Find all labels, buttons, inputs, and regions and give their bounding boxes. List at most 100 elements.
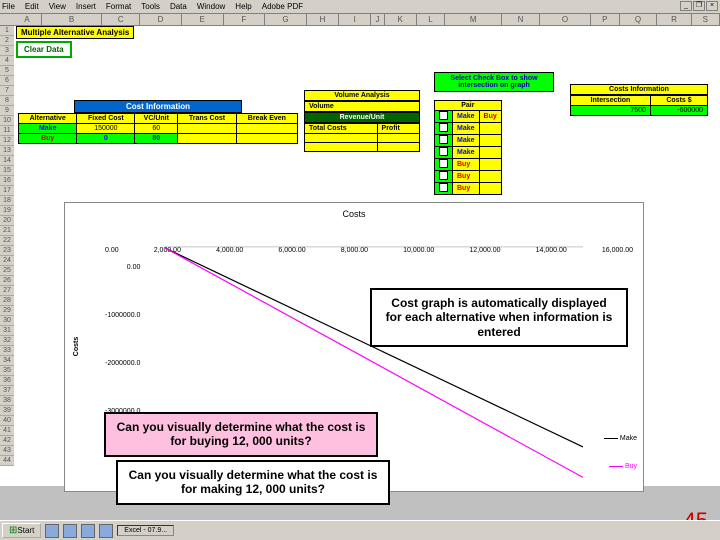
cell-be-make[interactable]	[236, 124, 297, 134]
val-intersection: 7500	[571, 106, 651, 116]
menu-format[interactable]: Format	[106, 2, 131, 11]
cell	[479, 123, 501, 135]
cell-tc-buy[interactable]	[178, 134, 236, 144]
pair-make: Make	[453, 111, 480, 123]
col-intersection: Intersection	[571, 96, 651, 106]
ytick: -1000000.0	[105, 311, 140, 359]
quicklaunch-icon[interactable]	[81, 524, 95, 538]
col-header[interactable]: C	[102, 14, 140, 25]
checkbox[interactable]	[439, 111, 448, 120]
col-header[interactable]: R	[657, 14, 691, 25]
cell[interactable]	[377, 134, 419, 143]
quicklaunch-icon[interactable]	[99, 524, 113, 538]
cell-vc-make[interactable]: 60	[135, 124, 178, 134]
cell-alt-make[interactable]: Make	[19, 124, 77, 134]
col-header[interactable]: K	[385, 14, 417, 25]
col-trans-cost: Trans Cost	[178, 114, 236, 124]
col-header[interactable]: J	[371, 14, 384, 25]
xtick: 16,000.00	[602, 247, 633, 254]
select-hint: Select Check Box to show intersection on…	[434, 72, 554, 92]
pair-item: Make	[453, 147, 480, 159]
cell-tc-make[interactable]	[178, 124, 236, 134]
col-header[interactable]: M	[445, 14, 502, 25]
vol-header: Volume Analysis	[304, 90, 420, 101]
menu-bar: File Edit View Insert Format Tools Data …	[0, 0, 720, 14]
col-header[interactable]: I	[339, 14, 371, 25]
table-row: Make 150000 60	[19, 124, 298, 134]
quicklaunch-icon[interactable]	[45, 524, 59, 538]
cell	[479, 159, 501, 171]
pair-item: Buy	[453, 171, 480, 183]
pair-table: Pair MakeBuy Make Make Make Buy Buy Buy	[434, 100, 502, 195]
start-button[interactable]: ⊞ Start	[2, 523, 41, 538]
quicklaunch-icon[interactable]	[63, 524, 77, 538]
row-headers: 1234567891011121314151617181920212223242…	[0, 26, 14, 466]
cell-alt-buy[interactable]: Buy	[19, 134, 77, 144]
col-header[interactable]: Q	[620, 14, 658, 25]
checkbox[interactable]	[439, 183, 448, 192]
volume-analysis: Volume Analysis Volume Revenue/Unit Tota…	[304, 90, 420, 152]
legend-buy: Buy	[609, 463, 637, 470]
col-profit: Profit	[377, 124, 419, 134]
col-header[interactable]: O	[540, 14, 591, 25]
checkbox[interactable]	[439, 171, 448, 180]
cell[interactable]	[377, 143, 419, 152]
menu-data[interactable]: Data	[170, 2, 187, 11]
minimize-icon[interactable]: _	[680, 1, 692, 11]
restore-icon[interactable]: ❐	[693, 1, 705, 11]
col-header[interactable]: E	[182, 14, 224, 25]
clear-data-button[interactable]: Clear Data	[16, 41, 72, 58]
col-header[interactable]: P	[591, 14, 619, 25]
pair-second: Buy	[479, 111, 501, 123]
menu-view[interactable]: View	[49, 2, 66, 11]
col-header[interactable]: B	[42, 14, 103, 25]
col-header[interactable]: S	[692, 14, 720, 25]
menu-adobe[interactable]: Adobe PDF	[262, 2, 303, 11]
checkbox[interactable]	[439, 135, 448, 144]
col-header[interactable]: F	[224, 14, 266, 25]
col-header[interactable]: H	[307, 14, 339, 25]
ytick: -2000000.0	[105, 359, 140, 407]
cell-fc-make[interactable]: 150000	[77, 124, 135, 134]
menu-window[interactable]: Window	[197, 2, 225, 11]
cell[interactable]	[305, 134, 378, 143]
windows-icon: ⊞	[9, 525, 17, 536]
taskbar-task[interactable]: Excel - 07.9...	[117, 525, 174, 536]
col-alternative: Alternative	[19, 114, 77, 124]
cost-info-header: Cost Information	[74, 100, 242, 113]
cost-info-table: Cost Information Alternative Fixed Cost …	[18, 100, 298, 144]
legend-make: Make	[604, 435, 637, 442]
costs-header: Costs Information	[570, 84, 708, 95]
pair-item: Buy	[453, 159, 480, 171]
col-header[interactable]: A	[13, 14, 41, 25]
taskbar: ⊞ Start Excel - 07.9...	[0, 520, 720, 540]
checkbox[interactable]	[439, 123, 448, 132]
col-total-costs: Total Costs	[305, 124, 378, 134]
menu-help[interactable]: Help	[235, 2, 251, 11]
callout-buy-question: Can you visually determine what the cost…	[104, 412, 378, 457]
pair-item: Make	[453, 123, 480, 135]
chart-title: Costs	[65, 203, 643, 225]
checkbox[interactable]	[439, 147, 448, 156]
col-costs: Costs $	[650, 96, 707, 106]
col-header[interactable]: D	[140, 14, 182, 25]
menu-file[interactable]: File	[2, 2, 15, 11]
cell-vc-buy[interactable]: 80	[135, 134, 178, 144]
cell	[479, 171, 501, 183]
pair-item: Buy	[453, 183, 480, 195]
col-header[interactable]: G	[265, 14, 307, 25]
col-header[interactable]: N	[502, 14, 540, 25]
col-header[interactable]: L	[417, 14, 445, 25]
cell-be-buy[interactable]	[236, 134, 297, 144]
cell[interactable]	[305, 143, 378, 152]
pair-item: Make	[453, 135, 480, 147]
checkbox[interactable]	[439, 159, 448, 168]
sheet-title: Multiple Alternative Analysis	[16, 26, 134, 39]
menu-tools[interactable]: Tools	[141, 2, 160, 11]
menu-edit[interactable]: Edit	[25, 2, 39, 11]
cell-fc-buy[interactable]: 0	[77, 134, 135, 144]
menu-insert[interactable]: Insert	[76, 2, 96, 11]
xtick: 0.00	[105, 247, 119, 254]
close-icon[interactable]: ×	[706, 1, 718, 11]
start-label: Start	[17, 526, 34, 535]
